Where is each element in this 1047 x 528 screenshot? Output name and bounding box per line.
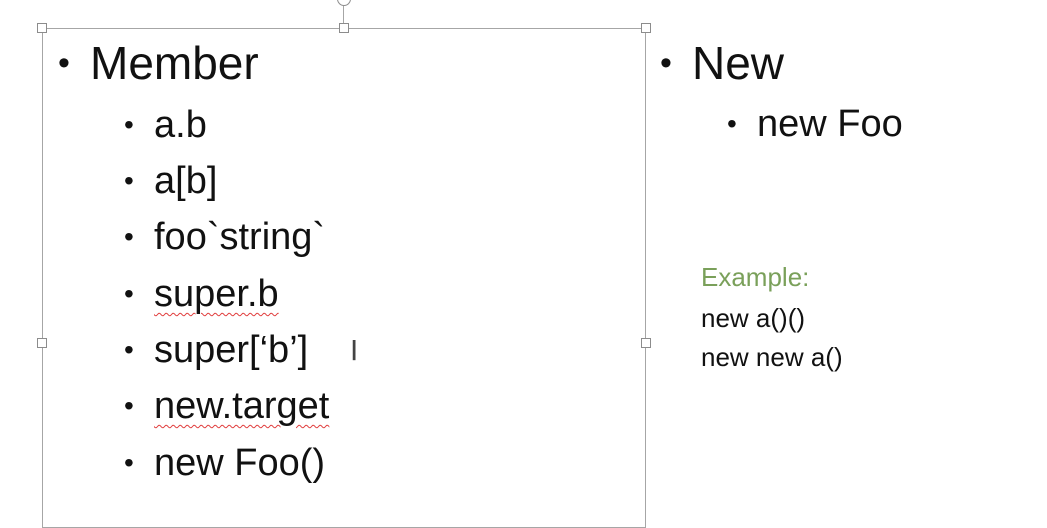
text-ibeam-cursor-icon: I	[350, 334, 359, 367]
example-line: new new a()	[701, 342, 843, 372]
resize-handle-top-center[interactable]	[339, 23, 349, 33]
rotate-handle-stem	[343, 6, 344, 24]
resize-handle-top-right[interactable]	[641, 23, 651, 33]
rotate-handle-icon[interactable]	[337, 0, 351, 6]
bullet-dot-icon: •	[124, 109, 134, 140]
member-heading-label: Member	[90, 37, 259, 89]
resize-handle-middle-right[interactable]	[641, 338, 651, 348]
example-label: Example:	[701, 262, 810, 292]
list-item-label: foo`string`	[154, 216, 326, 258]
bullet-dot-icon: •	[124, 278, 134, 309]
list-item-label: a[b]	[154, 160, 218, 202]
bullet-dot-icon: •	[124, 447, 134, 478]
list-item-label: super[‘b’]	[154, 329, 309, 371]
resize-handle-middle-left[interactable]	[37, 338, 47, 348]
bullet-dot-icon: •	[660, 44, 672, 82]
bullet-dot-icon: •	[124, 334, 134, 365]
bullet-dot-icon: •	[124, 221, 134, 252]
list-item-label: new.target	[154, 385, 330, 427]
resize-handle-top-left[interactable]	[37, 23, 47, 33]
list-item-label: new Foo()	[154, 442, 326, 484]
list-item-label: a.b	[154, 104, 207, 146]
new-heading-label: New	[692, 37, 785, 89]
list-item-label: super.b	[154, 273, 279, 315]
bullet-dot-icon: •	[124, 390, 134, 421]
example-line: new a()()	[701, 303, 806, 333]
bullet-dot-icon: •	[124, 165, 134, 196]
bullet-dot-icon: •	[58, 44, 70, 82]
list-item-label: new Foo	[757, 103, 903, 145]
bullet-dot-icon: •	[727, 108, 737, 139]
